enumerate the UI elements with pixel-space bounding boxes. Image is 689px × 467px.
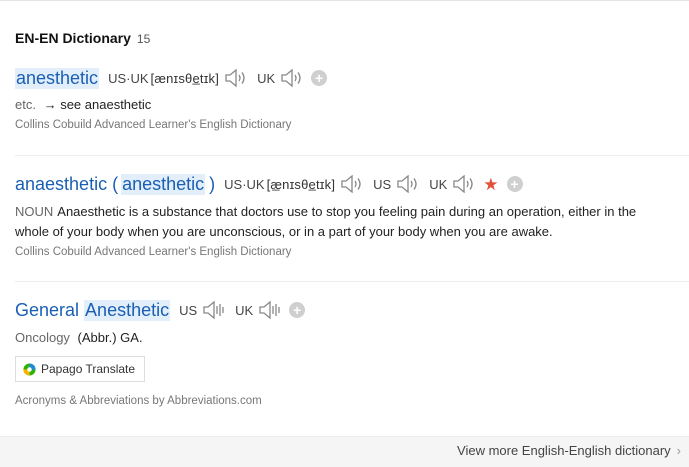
translate-row: Papago Translate [15,356,689,382]
pron-label: US·UK [108,70,149,86]
definition-text[interactable]: → see anaesthetic [44,97,152,112]
pronunciation: [æ̲nɪsθe̲tɪk] [266,176,336,192]
speaker-icon[interactable] [201,300,225,320]
top-border [0,0,689,1]
entry-head: anaesthetic ( anesthetic ) US·UK [æ̲nɪsθ… [15,172,689,196]
paren-open: ( [112,173,119,194]
source: Collins Cobuild Advanced Learner's Engli… [15,119,292,131]
source: Acronyms & Abbreviations by Abbreviation… [15,395,262,407]
definition: Oncology (Abbr.) GA. [15,328,689,348]
entry-head: anesthetic US·UK [ænɪsθe̲tɪk] UK + [15,66,689,90]
entry-count: 15 [136,32,151,46]
entry-head: General Anesthetic US UK + [15,298,689,322]
speaker-icon[interactable] [339,174,363,194]
uk-label: UK [235,302,254,318]
star-icon[interactable]: ★ [483,176,498,193]
entry-anesthetic: anesthetic US·UK [ænɪsθe̲tɪk] UK + etc. … [15,66,689,131]
headword-link[interactable]: anesthetic [15,67,100,89]
speaker-icon[interactable] [395,174,419,194]
chevron-right-icon: › [676,443,681,458]
papago-logo-icon [23,362,36,376]
section-title: EN-EN Dictionary 15 [15,30,150,46]
us-label: US [373,176,392,192]
headword-link[interactable]: General [15,300,79,321]
definition: etc. → see anaesthetic [15,95,689,115]
entry-general-anesthetic: General Anesthetic US UK + Oncology (Abb… [15,298,689,407]
speaker-icon[interactable] [451,174,475,194]
category: Oncology [15,330,70,345]
speaker-icon[interactable] [223,68,247,88]
headword-link[interactable]: anaesthetic [15,174,107,195]
view-more-label: View more English-English dictionary [457,443,671,458]
alt-headword-link[interactable]: anesthetic [121,173,206,195]
part-of-speech: etc. [15,97,36,112]
entry-anaesthetic: anaesthetic ( anesthetic ) US·UK [æ̲nɪsθ… [15,172,689,258]
plus-circle-icon[interactable]: + [289,302,306,318]
divider [15,155,689,156]
part-of-speech: NOUN [15,204,54,219]
view-more-link[interactable]: View more English-English dictionary › [457,443,681,458]
divider [15,281,689,282]
plus-circle-icon[interactable]: + [506,176,523,192]
speaker-icon[interactable] [279,68,303,88]
headword-link-highlight[interactable]: Anesthetic [84,299,171,321]
uk-label: UK [429,176,448,192]
source: Collins Cobuild Advanced Learner's Engli… [15,246,292,258]
speaker-icon[interactable] [257,300,281,320]
pronunciation: [ænɪsθe̲tɪk] [150,70,220,86]
paren-close: ) [209,173,216,194]
plus-circle-icon[interactable]: + [311,70,328,86]
definition-line-2[interactable]: whole of your body when you are unconsci… [15,224,553,239]
definition-text[interactable]: (Abbr.) GA. [78,330,143,345]
uk-label: UK [257,70,276,86]
papago-translate-label: Papago Translate [41,362,136,376]
us-label: US [179,302,198,318]
definition: NOUN Anaesthetic is a substance that doct… [15,202,689,242]
papago-translate-button[interactable]: Papago Translate [15,356,146,382]
section-title-text: EN-EN Dictionary [15,30,131,46]
pron-label: US·UK [224,176,265,192]
definition-line-1[interactable]: Anaesthetic is a substance that doctors … [57,204,636,219]
